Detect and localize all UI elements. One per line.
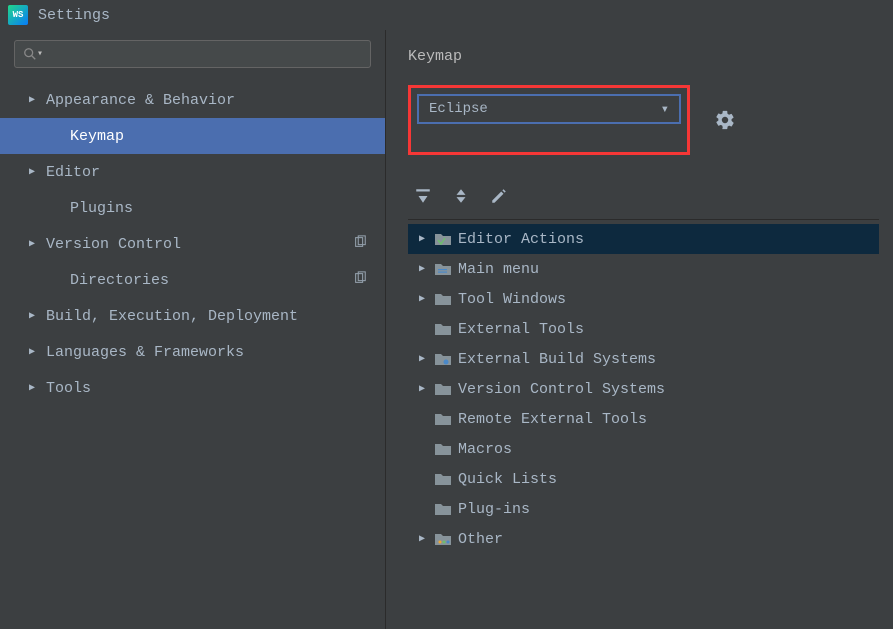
keymap-settings-button[interactable] (714, 109, 736, 131)
other-icon (432, 531, 454, 547)
sidebar-item-plugins[interactable]: ▶Plugins (0, 190, 385, 226)
action-item-plug-ins[interactable]: ▶Plug-ins (408, 494, 879, 524)
window-title: Settings (38, 7, 110, 24)
copy-settings-icon (353, 235, 367, 254)
sidebar-item-build-execution-deployment[interactable]: ▶ Build, Execution, Deployment (0, 298, 385, 334)
action-item-remote-external-tools[interactable]: ▶Remote External Tools (408, 404, 879, 434)
action-item-label: Main menu (458, 261, 539, 278)
sidebar-item-appearance-behavior[interactable]: ▶ Appearance & Behavior (0, 82, 385, 118)
sidebar-item-label: Plugins (70, 200, 133, 217)
action-item-label: Editor Actions (458, 231, 584, 248)
sidebar-item-label: Languages & Frameworks (46, 344, 244, 361)
search-box[interactable]: ▾ (14, 40, 371, 68)
settings-detail-panel: Keymap Eclipse ▾ (386, 30, 893, 629)
keymap-toolbar (408, 187, 879, 220)
sidebar-item-label: Version Control (46, 236, 181, 253)
action-item-editor-actions[interactable]: ▶ Editor Actions (408, 224, 879, 254)
settings-sidebar: ▾ ▶Appearance & Behavior▶Keymap▶Editor▶P… (0, 30, 386, 629)
gear-icon (714, 109, 736, 131)
action-item-main-menu[interactable]: ▶ Main menu (408, 254, 879, 284)
expand-all-button[interactable] (414, 187, 432, 205)
tree-arrow-icon: ▶ (412, 353, 432, 365)
app-icon: WS (8, 5, 28, 25)
folder-icon (432, 381, 454, 397)
settings-tree: ▶Appearance & Behavior▶Keymap▶Editor▶Plu… (0, 76, 385, 629)
action-item-version-control-systems[interactable]: ▶ Version Control Systems (408, 374, 879, 404)
action-item-external-build-systems[interactable]: ▶ External Build Systems (408, 344, 879, 374)
sidebar-item-label: Build, Execution, Deployment (46, 308, 298, 325)
sidebar-item-label: Appearance & Behavior (46, 92, 235, 109)
action-item-other[interactable]: ▶ Other (408, 524, 879, 554)
folder-icon (432, 321, 454, 337)
sidebar-item-editor[interactable]: ▶ Editor (0, 154, 385, 190)
tree-arrow-icon: ▶ (24, 382, 40, 394)
highlight-annotation: Eclipse ▾ (408, 85, 690, 155)
action-item-label: Plug-ins (458, 501, 530, 518)
tree-arrow-icon: ▶ (24, 238, 40, 250)
keymap-dropdown-value: Eclipse (429, 101, 488, 117)
action-item-macros[interactable]: ▶Macros (408, 434, 879, 464)
folder-icon (432, 441, 454, 457)
tree-arrow-icon: ▶ (412, 533, 432, 545)
panel-title: Keymap (408, 48, 879, 65)
search-wrap: ▾ (0, 30, 385, 76)
title-bar: WS Settings (0, 0, 893, 30)
action-item-label: Macros (458, 441, 512, 458)
folder-icon (432, 501, 454, 517)
dropdown-arrow-icon: ▾ (661, 101, 669, 118)
sidebar-item-label: Editor (46, 164, 100, 181)
action-item-label: Remote External Tools (458, 411, 647, 428)
tree-arrow-icon: ▶ (412, 293, 432, 305)
edit-button[interactable] (490, 187, 508, 205)
sidebar-item-keymap[interactable]: ▶Keymap (0, 118, 385, 154)
sidebar-item-label: Directories (70, 272, 169, 289)
keymap-dropdown[interactable]: Eclipse ▾ (417, 94, 681, 124)
tree-arrow-icon: ▶ (24, 310, 40, 322)
sidebar-item-version-control[interactable]: ▶ Version Control (0, 226, 385, 262)
copy-settings-icon (353, 271, 367, 290)
tree-arrow-icon: ▶ (24, 166, 40, 178)
action-item-label: Other (458, 531, 503, 548)
folder-icon (432, 291, 454, 307)
action-item-external-tools[interactable]: ▶External Tools (408, 314, 879, 344)
keymap-selector-row: Eclipse ▾ (408, 85, 879, 155)
sidebar-item-directories[interactable]: ▶Directories (0, 262, 385, 298)
folder-icon (432, 411, 454, 427)
menu-icon (432, 261, 454, 277)
sidebar-item-tools[interactable]: ▶ Tools (0, 370, 385, 406)
folder-icon (432, 471, 454, 487)
sidebar-item-languages-frameworks[interactable]: ▶ Languages & Frameworks (0, 334, 385, 370)
search-icon (23, 47, 37, 61)
tree-arrow-icon: ▶ (412, 263, 432, 275)
action-item-tool-windows[interactable]: ▶ Tool Windows (408, 284, 879, 314)
tree-arrow-icon: ▶ (412, 233, 432, 245)
editor-icon (432, 231, 454, 247)
tree-arrow-icon: ▶ (24, 94, 40, 106)
collapse-all-icon (452, 187, 470, 205)
action-item-label: Version Control Systems (458, 381, 665, 398)
action-item-label: External Tools (458, 321, 584, 338)
search-input[interactable] (47, 47, 362, 62)
keymap-action-tree: ▶Editor Actions▶Main menu▶Tool Windows▶E… (408, 220, 879, 554)
tree-arrow-icon: ▶ (412, 383, 432, 395)
search-dropdown-icon[interactable]: ▾ (37, 48, 43, 60)
folder-gear-icon (432, 351, 454, 367)
tree-arrow-icon: ▶ (24, 346, 40, 358)
sidebar-item-label: Tools (46, 380, 91, 397)
action-item-label: External Build Systems (458, 351, 656, 368)
action-item-label: Quick Lists (458, 471, 557, 488)
collapse-all-button[interactable] (452, 187, 470, 205)
pencil-icon (490, 187, 508, 205)
action-item-label: Tool Windows (458, 291, 566, 308)
expand-all-icon (414, 187, 432, 205)
main-content: ▾ ▶Appearance & Behavior▶Keymap▶Editor▶P… (0, 30, 893, 629)
sidebar-item-label: Keymap (70, 128, 124, 145)
action-item-quick-lists[interactable]: ▶Quick Lists (408, 464, 879, 494)
